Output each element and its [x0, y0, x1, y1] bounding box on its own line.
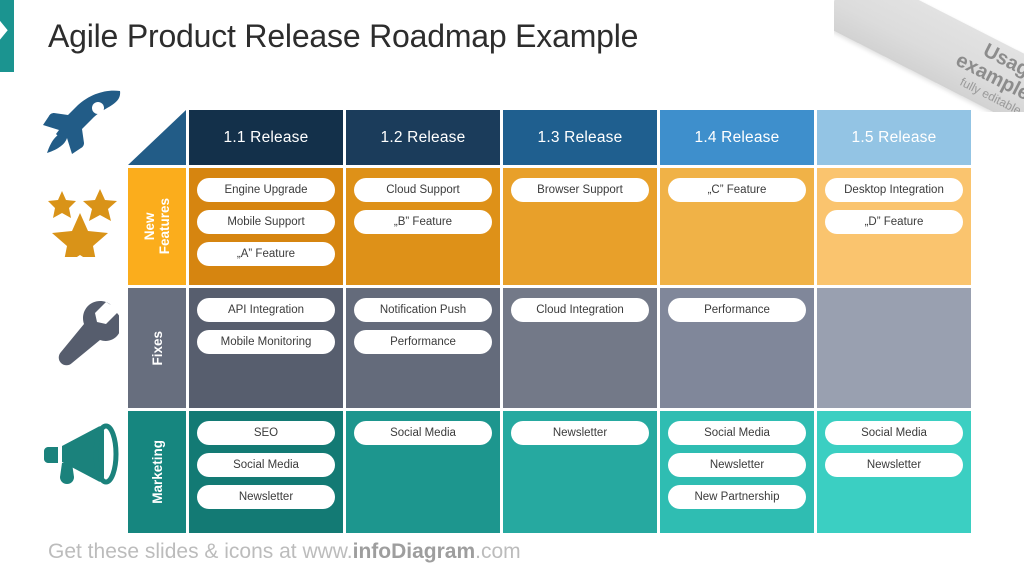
page-title: Agile Product Release Roadmap Example — [48, 18, 639, 54]
roadmap-item-pill[interactable]: Newsletter — [668, 453, 806, 477]
column-header-release-5[interactable]: 1.5 Release — [817, 110, 971, 165]
roadmap-item-pill[interactable]: SEO — [197, 421, 335, 445]
cell-marketing-release-4[interactable]: Social Media Newsletter New Partnership — [660, 411, 814, 533]
roadmap-item-pill[interactable]: API Integration — [197, 298, 335, 322]
column-header-release-4[interactable]: 1.4 Release — [660, 110, 814, 165]
cell-features-release-5[interactable]: Desktop Integration „D” Feature — [817, 168, 971, 285]
megaphone-icon — [40, 406, 128, 502]
cell-features-release-4[interactable]: „C” Feature — [660, 168, 814, 285]
footer-suffix: .com — [475, 540, 521, 563]
roadmap-item-pill[interactable]: Newsletter — [197, 485, 335, 509]
row-label-fixes-text: Fixes — [149, 330, 165, 366]
cell-fixes-release-4[interactable]: Performance — [660, 288, 814, 408]
roadmap-item-pill[interactable]: „A” Feature — [197, 242, 335, 266]
cell-marketing-release-2[interactable]: Social Media — [346, 411, 500, 533]
roadmap-item-pill[interactable]: Mobile Monitoring — [197, 330, 335, 354]
cell-features-release-1[interactable]: Engine Upgrade Mobile Support „A” Feature — [189, 168, 343, 285]
roadmap-item-pill[interactable]: „D” Feature — [825, 210, 963, 234]
table-corner-cell — [128, 110, 186, 165]
row-label-fixes: Fixes — [128, 288, 186, 408]
usage-example-ribbon: Usage example fully editable — [834, 0, 1024, 112]
column-header-release-3[interactable]: 1.3 Release — [503, 110, 657, 165]
roadmap-item-pill[interactable]: Notification Push — [354, 298, 492, 322]
roadmap-item-pill[interactable]: Social Media — [197, 453, 335, 477]
stars-icon — [40, 182, 128, 262]
footer-prefix: Get these slides & icons at www. — [48, 540, 353, 563]
ribbon-line-1: Usage — [979, 39, 1024, 87]
roadmap-item-pill[interactable]: Desktop Integration — [825, 178, 963, 202]
slide-canvas: Agile Product Release Roadmap Example Us… — [0, 0, 1024, 576]
roadmap-item-pill[interactable]: „C” Feature — [668, 178, 806, 202]
roadmap-item-pill[interactable]: „B” Feature — [354, 210, 492, 234]
roadmap-item-pill[interactable]: Performance — [354, 330, 492, 354]
roadmap-item-pill[interactable]: Engine Upgrade — [197, 178, 335, 202]
left-accent-bar — [0, 0, 14, 72]
roadmap-item-pill[interactable]: New Partnership — [668, 485, 806, 509]
wrench-icon — [40, 284, 128, 380]
row-label-marketing-text: Marketing — [149, 440, 165, 504]
roadmap-item-pill[interactable]: Browser Support — [511, 178, 649, 202]
cell-features-release-3[interactable]: Browser Support — [503, 168, 657, 285]
cell-marketing-release-1[interactable]: SEO Social Media Newsletter — [189, 411, 343, 533]
roadmap-item-pill[interactable]: Newsletter — [511, 421, 649, 445]
ribbon-line-3: fully editable — [957, 74, 1024, 112]
cell-marketing-release-3[interactable]: Newsletter — [503, 411, 657, 533]
roadmap-item-pill[interactable]: Social Media — [825, 421, 963, 445]
cell-marketing-release-5[interactable]: Social Media Newsletter — [817, 411, 971, 533]
roadmap-item-pill[interactable]: Performance — [668, 298, 806, 322]
roadmap-item-pill[interactable]: Cloud Support — [354, 178, 492, 202]
ribbon-line-2: example — [952, 49, 1024, 106]
roadmap-table: 1.1 Release 1.2 Release 1.3 Release 1.4 … — [128, 110, 971, 533]
roadmap-item-pill[interactable]: Social Media — [354, 421, 492, 445]
cell-fixes-release-3[interactable]: Cloud Integration — [503, 288, 657, 408]
cell-features-release-2[interactable]: Cloud Support „B” Feature — [346, 168, 500, 285]
roadmap-item-pill[interactable]: Cloud Integration — [511, 298, 649, 322]
roadmap-item-pill[interactable]: Social Media — [668, 421, 806, 445]
corner-triangle — [128, 110, 186, 165]
rocket-icon — [40, 86, 128, 158]
column-header-release-2[interactable]: 1.2 Release — [346, 110, 500, 165]
cell-fixes-release-1[interactable]: API Integration Mobile Monitoring — [189, 288, 343, 408]
roadmap-item-pill[interactable]: Newsletter — [825, 453, 963, 477]
row-label-new-features-text: New Features — [142, 198, 172, 255]
cell-fixes-release-2[interactable]: Notification Push Performance — [346, 288, 500, 408]
footer-brand: infoDiagram — [352, 540, 476, 563]
cell-fixes-release-5[interactable] — [817, 288, 971, 408]
column-header-release-1[interactable]: 1.1 Release — [189, 110, 343, 165]
footer-credit: Get these slides & icons at www.infoDiag… — [48, 540, 521, 564]
row-label-new-features: New Features — [128, 168, 186, 285]
icon-rail — [40, 86, 128, 530]
row-label-marketing: Marketing — [128, 411, 186, 533]
roadmap-item-pill[interactable]: Mobile Support — [197, 210, 335, 234]
